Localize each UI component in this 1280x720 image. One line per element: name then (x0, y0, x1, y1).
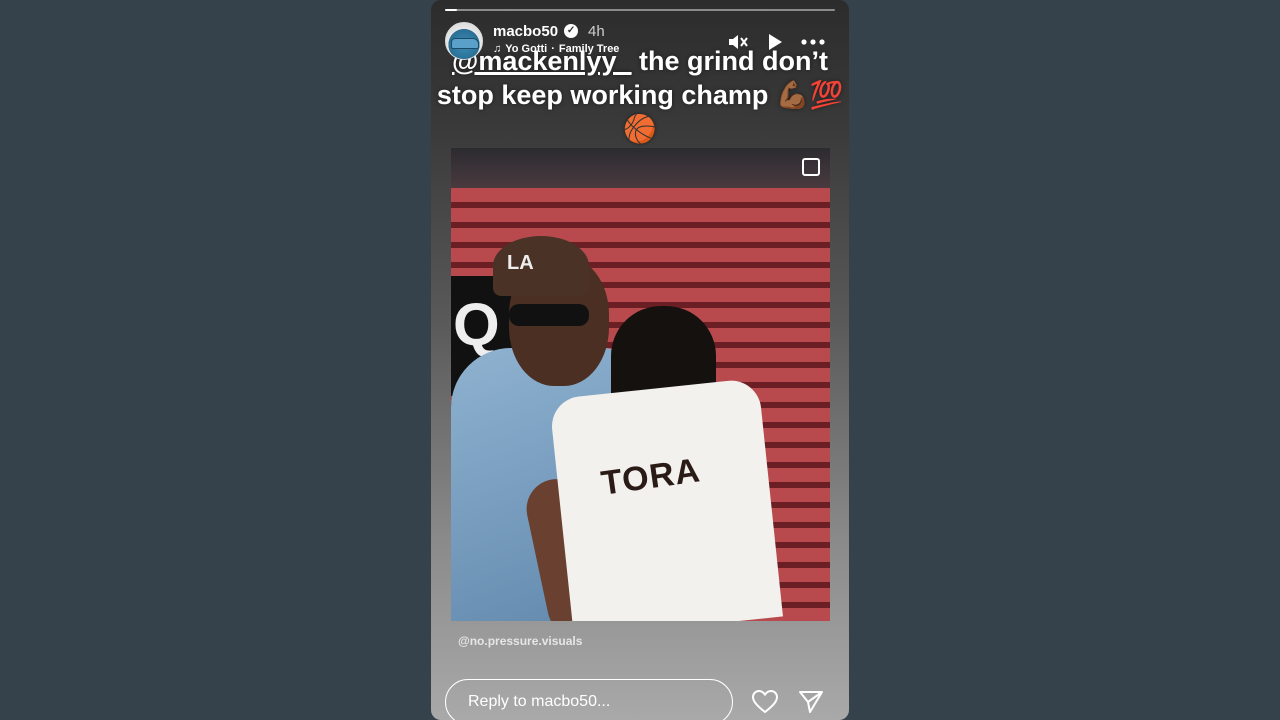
reply-input[interactable] (445, 679, 733, 720)
multi-photo-icon (802, 158, 820, 176)
story-header: macbo50 ✓ 4h ♫ Yo Gotti · Family Tree (445, 22, 835, 62)
send-icon[interactable] (797, 688, 825, 716)
mute-icon[interactable] (727, 32, 749, 52)
music-note-icon: ♫ (493, 43, 502, 55)
play-icon[interactable] (767, 33, 783, 51)
story-progress-bar (445, 9, 835, 11)
music-artist: Yo Gotti (505, 43, 548, 55)
heart-icon[interactable] (751, 688, 779, 716)
photo-credit[interactable]: @no.pressure.visuals (458, 634, 582, 648)
avatar[interactable] (445, 22, 483, 60)
story-controls (727, 22, 835, 52)
story-progress-fill (445, 9, 457, 11)
username[interactable]: macbo50 (493, 23, 558, 40)
music-separator: · (551, 43, 555, 55)
cap-logo: LA (507, 252, 534, 274)
verified-badge-icon: ✓ (564, 24, 579, 38)
story-photo: Q LA TORA (451, 148, 830, 621)
story-footer (445, 677, 835, 720)
more-icon[interactable] (801, 39, 825, 45)
music-track: Family Tree (558, 43, 620, 55)
time-ago: 4h (588, 22, 605, 40)
music-info[interactable]: ♫ Yo Gotti · Family Tree (493, 43, 619, 55)
story-viewer: macbo50 ✓ 4h ♫ Yo Gotti · Family Tree @m… (431, 0, 849, 720)
story-meta: macbo50 ✓ 4h ♫ Yo Gotti · Family Tree (493, 22, 619, 56)
